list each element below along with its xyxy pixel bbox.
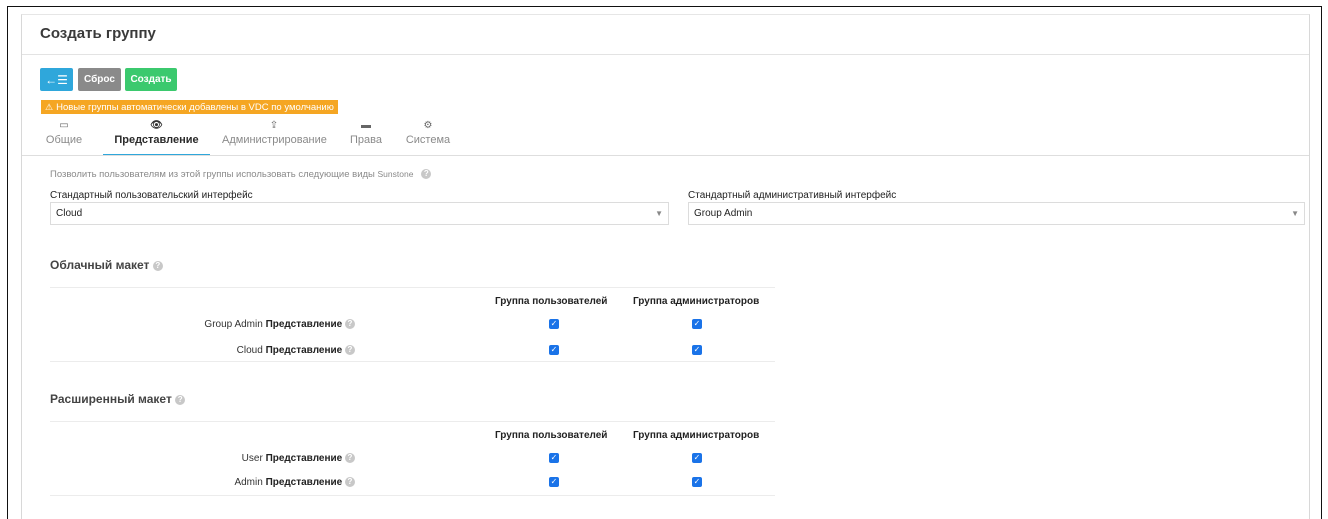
warning-text: Новые группы автоматически добавлены в V… <box>56 101 334 113</box>
table-divider <box>50 495 775 496</box>
checkbox-admin-admins[interactable]: ✓ <box>692 477 702 487</box>
checkbox-cloud-admins[interactable]: ✓ <box>692 345 702 355</box>
cloud-col-users: Группа пользователей <box>495 296 608 307</box>
warning-icon: ⚠ <box>45 101 54 112</box>
help-icon[interactable]: ? <box>175 394 186 405</box>
tab-general-label: Общие <box>45 134 83 146</box>
help-icon[interactable]: ? <box>345 477 355 488</box>
create-group-panel: Создать группу ←☰ Сброс Создать ⚠ Новые … <box>21 14 1310 519</box>
table-divider <box>50 361 775 362</box>
tabs-divider <box>22 155 1309 156</box>
gear-icon: ⚙ <box>423 120 433 131</box>
tab-views-label: Представление <box>114 134 199 146</box>
views-description: Позволить пользователям из этой группы и… <box>50 169 432 180</box>
help-icon[interactable]: ? <box>421 169 432 180</box>
chevron-down-icon: ▼ <box>1291 209 1299 218</box>
eye-icon: 👁 <box>150 120 163 131</box>
default-admin-view-select[interactable]: Group Admin ▼ <box>688 202 1305 225</box>
back-list-icon: ←☰ <box>45 72 68 87</box>
tab-administration-label: Администрирование <box>222 134 327 146</box>
checkbox-user-users[interactable]: ✓ <box>549 453 559 463</box>
checkbox-admin-users[interactable]: ✓ <box>549 477 559 487</box>
advanced-layout-heading: Расширенный макет ? <box>50 392 186 406</box>
checkbox-groupadmin-admins[interactable]: ✓ <box>692 319 702 329</box>
tab-views[interactable]: 👁 Представление <box>103 119 210 155</box>
tab-permissions[interactable]: ▬ Права <box>346 119 386 155</box>
views-description-suffix: Sunstone <box>377 169 414 179</box>
create-button[interactable]: Создать <box>125 68 177 91</box>
cloud-layout-heading-text: Облачный макет <box>50 258 150 272</box>
default-admin-view-label: Стандартный административный интерфейс <box>688 190 897 201</box>
table-divider <box>50 421 775 422</box>
tab-system-label: Система <box>405 134 451 146</box>
main-window: Создать группу ←☰ Сброс Создать ⚠ Новые … <box>7 6 1322 519</box>
reset-button[interactable]: Сброс <box>78 68 121 91</box>
default-user-view-select[interactable]: Cloud ▼ <box>50 202 669 225</box>
table-row-label: Cloud Представление ? <box>237 345 355 356</box>
page-title: Создать группу <box>40 25 156 42</box>
chevron-down-icon: ▼ <box>655 209 663 218</box>
help-icon[interactable]: ? <box>345 319 355 330</box>
table-row-label: User Представление ? <box>242 453 355 464</box>
cloud-layout-heading: Облачный макет ? <box>50 258 163 272</box>
title-divider <box>22 54 1309 55</box>
checkbox-groupadmin-users[interactable]: ✓ <box>549 319 559 329</box>
default-user-view-value: Cloud <box>56 208 83 219</box>
back-to-list-button[interactable]: ←☰ <box>40 68 73 91</box>
cloud-col-admins: Группа администраторов <box>633 296 760 307</box>
table-divider <box>50 287 775 288</box>
folder-icon: ▬ <box>361 120 371 131</box>
help-icon[interactable]: ? <box>345 453 355 464</box>
views-description-text: Позволить пользователям из этой группы и… <box>50 169 375 180</box>
help-icon[interactable]: ? <box>152 260 163 271</box>
checkbox-user-admins[interactable]: ✓ <box>692 453 702 463</box>
default-user-view-label: Стандартный пользовательский интерфейс <box>50 190 253 201</box>
checkbox-cloud-users[interactable]: ✓ <box>549 345 559 355</box>
default-admin-view-value: Group Admin <box>694 208 753 219</box>
upload-icon: ⇪ <box>269 120 279 131</box>
advanced-layout-heading-text: Расширенный макет <box>50 392 172 406</box>
table-row-label: Group Admin Представление ? <box>204 319 355 330</box>
monitor-icon: ▭ <box>59 120 69 131</box>
tab-administration[interactable]: ⇪ Администрирование <box>222 119 327 155</box>
vdc-warning-banner: ⚠ Новые группы автоматически добавлены в… <box>41 100 338 114</box>
table-row-label: Admin Представление ? <box>234 477 355 488</box>
tab-system[interactable]: ⚙ Система <box>403 119 453 155</box>
tab-general[interactable]: ▭ Общие <box>44 119 84 155</box>
tab-permissions-label: Права <box>350 134 382 146</box>
help-icon[interactable]: ? <box>345 345 355 356</box>
advanced-col-users: Группа пользователей <box>495 430 608 441</box>
advanced-col-admins: Группа администраторов <box>633 430 760 441</box>
